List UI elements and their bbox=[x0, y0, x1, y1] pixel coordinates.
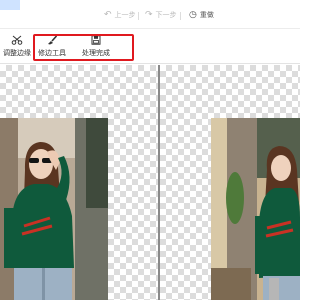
adjust-edge-tool[interactable]: 调整边缘 bbox=[3, 35, 31, 58]
result-photo bbox=[211, 118, 300, 300]
tool-highlight-box bbox=[33, 34, 134, 61]
woman-photo bbox=[0, 118, 108, 300]
original-photo bbox=[0, 118, 108, 300]
history-separator bbox=[138, 12, 139, 20]
tool-label: 调整边缘 bbox=[3, 49, 31, 57]
woman-photo bbox=[211, 118, 300, 300]
undo-icon: ↶ bbox=[104, 10, 112, 20]
redo-icon: ↷ bbox=[145, 10, 153, 20]
clock-icon: ◷ bbox=[189, 10, 197, 20]
undo-label: 上一步 bbox=[114, 11, 136, 19]
redo-button[interactable]: ↷ 下一步 bbox=[145, 9, 177, 21]
undo-button[interactable]: ↶ 上一步 bbox=[104, 9, 136, 21]
history-bar: ↶ 上一步 ↷ 下一步 ◷ 重做 bbox=[0, 0, 300, 28]
reset-button[interactable]: ◷ 重做 bbox=[189, 9, 214, 21]
history-separator bbox=[180, 12, 181, 20]
reset-label: 重做 bbox=[199, 11, 214, 19]
redo-label: 下一步 bbox=[155, 11, 177, 19]
scissors-icon bbox=[11, 35, 23, 45]
topbar-accent bbox=[0, 0, 20, 10]
